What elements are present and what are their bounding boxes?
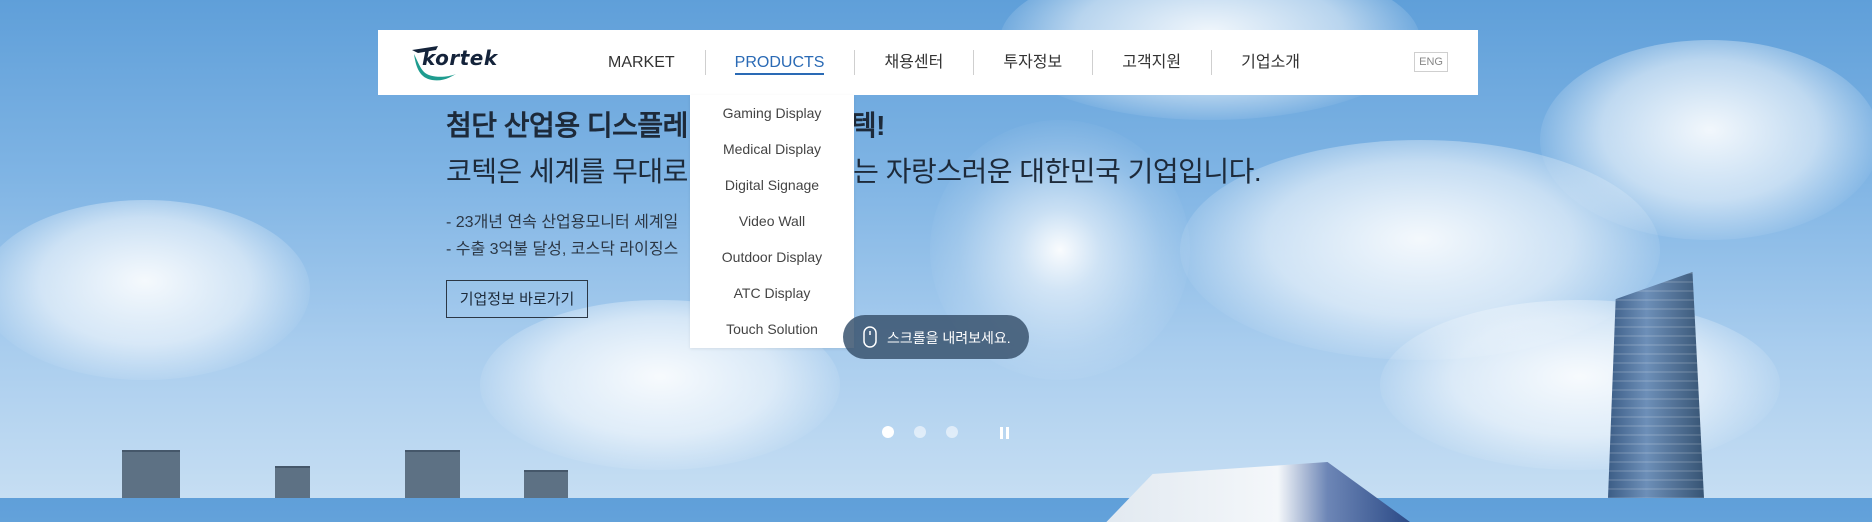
nav-label: 투자정보 (1003, 54, 1063, 71)
menu-item-outdoor-display[interactable]: Outdoor Display (690, 249, 854, 265)
mouse-icon (863, 326, 877, 348)
hero-bullet: - 수출 3억불 달성, 코스닥 라이징스 (446, 241, 679, 258)
menu-item-medical-display[interactable]: Medical Display (690, 141, 854, 157)
main-nav: MARKET PRODUCTS 채용센터 투자정보 고객지원 기업소개 (578, 30, 1330, 95)
nav-products[interactable]: PRODUCTS (704, 30, 855, 95)
scroll-hint-button[interactable]: 스크롤을 내려보세요. (843, 315, 1029, 359)
nav-company[interactable]: 기업소개 (1211, 30, 1330, 95)
skyscraper (1608, 272, 1704, 498)
active-underline (734, 73, 825, 75)
slide-dot-3[interactable] (946, 426, 958, 438)
menu-item-video-wall[interactable]: Video Wall (690, 213, 854, 229)
menu-item-atc-display[interactable]: ATC Display (690, 285, 854, 301)
site-header: kortek MARKET PRODUCTS 채용센터 투자정보 고객지원 기업… (378, 30, 1478, 95)
city-building (122, 450, 180, 498)
hero-bullet: - 23개년 연속 산업용모니터 세계일 (446, 214, 679, 231)
convention-building (1106, 462, 1410, 522)
nav-label: MARKET (608, 54, 675, 71)
city-building (275, 466, 310, 498)
city-building (405, 450, 460, 498)
subline-left: 코텍은 세계를 무대로 (446, 156, 688, 187)
pause-icon[interactable] (1000, 427, 1010, 439)
nav-investors[interactable]: 투자정보 (973, 30, 1092, 95)
cloud (1380, 300, 1780, 470)
kortek-logo[interactable]: kortek (408, 44, 526, 82)
cloud (0, 200, 310, 380)
pause-bar (1006, 427, 1009, 439)
slide-dot-1[interactable] (882, 426, 894, 438)
products-dropdown: Gaming Display Medical Display Digital S… (690, 95, 854, 348)
nav-label: 채용센터 (884, 54, 944, 71)
nav-market[interactable]: MARKET (578, 30, 705, 95)
cloud (1540, 40, 1872, 240)
company-info-button[interactable]: 기업정보 바로가기 (446, 280, 588, 318)
nav-support[interactable]: 고객지원 (1092, 30, 1211, 95)
subline-right: 드는 자랑스러운 대한민국 기업입니다. (827, 156, 1262, 187)
nav-careers[interactable]: 채용센터 (854, 30, 973, 95)
headline-left: 첨단 산업용 디스플레 (446, 110, 688, 141)
language-button[interactable]: ENG (1414, 52, 1448, 72)
menu-item-touch-solution[interactable]: Touch Solution (690, 321, 854, 337)
headline-right: 텍! (850, 110, 886, 141)
nav-label: 기업소개 (1241, 54, 1301, 71)
city-building (524, 470, 568, 498)
logo-text: kortek (422, 46, 498, 70)
menu-item-gaming-display[interactable]: Gaming Display (690, 105, 854, 121)
scroll-hint-label: 스크롤을 내려보세요. (887, 330, 1011, 346)
nav-label: PRODUCTS (734, 54, 825, 71)
slide-dot-2[interactable] (914, 426, 926, 438)
pause-bar (1000, 427, 1003, 439)
nav-label: 고객지원 (1122, 54, 1182, 71)
menu-item-digital-signage[interactable]: Digital Signage (690, 177, 854, 193)
